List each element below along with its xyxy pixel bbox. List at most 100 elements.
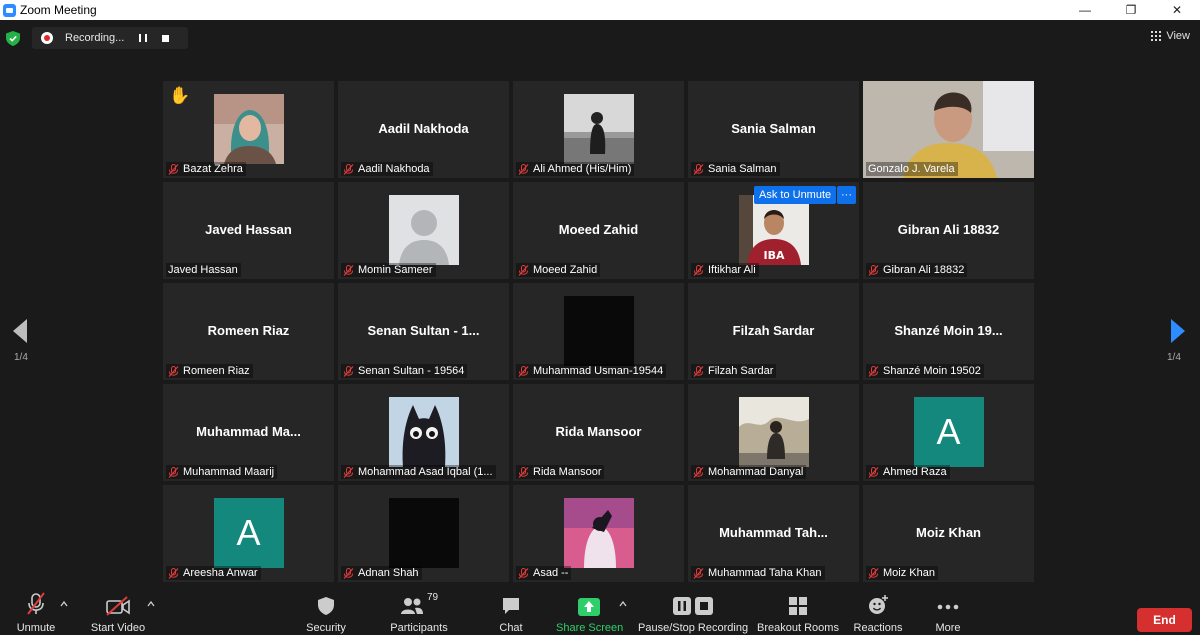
participant-tile[interactable]: Asad -- <box>513 485 684 582</box>
share-screen-button[interactable]: Share Screen <box>556 590 624 635</box>
video-options-caret-icon[interactable] <box>147 600 155 608</box>
participant-photo <box>388 397 459 467</box>
encryption-shield-icon[interactable] <box>6 31 20 46</box>
pause-stop-recording-button[interactable]: Pause/Stop Recording <box>638 590 748 635</box>
muted-mic-icon <box>693 365 704 377</box>
participant-tile[interactable]: Aadil Nakhoda Aadil Nakhoda <box>338 81 509 178</box>
participant-name-label: Moeed Zahid <box>516 263 601 277</box>
participant-tile[interactable]: Gibran Ali 18832 Gibran Ali 18832 <box>863 182 1034 279</box>
participant-name: Asad -- <box>533 567 569 579</box>
participant-tile[interactable]: A Ahmed Raza <box>863 384 1034 481</box>
chat-button[interactable]: Chat <box>490 590 532 635</box>
participant-name-label: Ahmed Raza <box>866 465 950 479</box>
next-page-arrow-icon[interactable] <box>1170 318 1186 344</box>
muted-mic-icon <box>168 567 179 579</box>
participant-photo <box>563 498 634 568</box>
participant-tile[interactable]: Ali Ahmed (His/Him) <box>513 81 684 178</box>
previous-page-arrow-icon[interactable] <box>12 318 28 344</box>
participant-name: Ali Ahmed (His/Him) <box>533 163 632 175</box>
participant-letter-avatar: A <box>913 397 984 467</box>
participants-button[interactable]: 79 Participants <box>388 590 450 635</box>
participant-name: Shanzé Moin 19502 <box>883 365 981 377</box>
participant-tile[interactable]: Javed Hassan Javed Hassan <box>163 182 334 279</box>
grid-view-icon <box>1151 31 1162 41</box>
participant-tile[interactable]: Shanzé Moin 19... Shanzé Moin 19502 <box>863 283 1034 380</box>
pause-stop-recording-icon <box>673 597 713 615</box>
minimize-button[interactable]: — <box>1062 0 1108 20</box>
ask-to-unmute-button[interactable]: Ask to Unmute <box>754 186 837 204</box>
participant-tile[interactable]: Moiz Khan Moiz Khan <box>863 485 1034 582</box>
audio-options-caret-icon[interactable] <box>60 600 68 608</box>
participant-name: Iftikhar Ali <box>708 264 756 276</box>
participant-tile[interactable]: A Areesha Anwar <box>163 485 334 582</box>
zoom-app-icon <box>3 3 16 17</box>
participant-name-label: Javed Hassan <box>166 263 241 277</box>
muted-mic-icon <box>518 567 529 579</box>
chat-bubble-icon <box>503 598 519 614</box>
participant-tile[interactable]: ✋ Bazat Zehra <box>163 81 334 178</box>
participant-display-name: Filzah Sardar <box>732 323 815 338</box>
share-options-caret-icon[interactable] <box>619 600 627 608</box>
participant-name: Senan Sultan - 19564 <box>358 365 465 377</box>
participant-tile[interactable]: Moeed Zahid Moeed Zahid <box>513 182 684 279</box>
muted-mic-icon <box>343 264 354 276</box>
participant-tile[interactable]: Senan Sultan - 1... Senan Sultan - 19564 <box>338 283 509 380</box>
participant-tile[interactable]: Rida Mansoor Rida Mansoor <box>513 384 684 481</box>
security-button[interactable]: Security <box>300 590 352 635</box>
start-video-button[interactable]: Start Video <box>86 590 150 635</box>
participant-name-label: Adnan Shah <box>341 566 422 580</box>
participant-display-name: Romeen Riaz <box>207 323 290 338</box>
participant-tile[interactable]: Gonzalo J. Varela <box>863 81 1034 178</box>
participant-tile[interactable]: Muhammad Ma... Muhammad Maarij <box>163 384 334 481</box>
participant-photo <box>738 397 809 467</box>
breakout-rooms-label: Breakout Rooms <box>757 622 839 634</box>
participant-tile[interactable]: Mohammad Danyal <box>688 384 859 481</box>
participant-tile[interactable]: Adnan Shah <box>338 485 509 582</box>
security-shield-icon <box>318 597 334 615</box>
recording-indicator: Recording... <box>32 27 188 49</box>
meeting-topbar: Recording... View <box>0 20 1200 56</box>
participant-tile[interactable]: Filzah Sardar Filzah Sardar <box>688 283 859 380</box>
muted-mic-icon <box>518 264 529 276</box>
share-screen-label: Share Screen <box>556 622 624 634</box>
participant-display-name: Muhammad Tah... <box>719 525 828 540</box>
unmute-button[interactable]: Unmute <box>12 590 60 635</box>
breakout-rooms-button[interactable]: Breakout Rooms <box>756 590 840 635</box>
participant-tile[interactable]: Romeen Riaz Romeen Riaz <box>163 283 334 380</box>
more-dots-icon <box>937 604 959 610</box>
participants-icon <box>400 598 423 614</box>
participant-name: Sania Salman <box>708 163 777 175</box>
record-icon <box>41 32 53 44</box>
participant-tile[interactable]: Muhammad Usman-19544 <box>513 283 684 380</box>
participant-tile[interactable]: Momin Sameer <box>338 182 509 279</box>
view-label: View <box>1166 30 1190 42</box>
breakout-rooms-icon <box>789 597 807 615</box>
view-button[interactable]: View <box>1151 30 1190 42</box>
participant-tile[interactable]: Muhammad Tah... Muhammad Taha Khan <box>688 485 859 582</box>
participant-name-label: Gibran Ali 18832 <box>866 263 968 277</box>
muted-mic-icon <box>343 466 354 478</box>
participants-label: Participants <box>390 622 448 634</box>
muted-mic-icon <box>518 163 529 175</box>
maximize-button[interactable]: ❐ <box>1108 0 1154 20</box>
participant-more-button[interactable]: ··· <box>837 186 856 204</box>
recording-status: Recording... <box>65 32 125 44</box>
participant-display-name: Muhammad Ma... <box>196 424 301 439</box>
pause-recording-button[interactable] <box>135 30 151 46</box>
participant-tile[interactable]: Sania Salman Sania Salman <box>688 81 859 178</box>
participant-photo <box>213 94 284 164</box>
participant-tile[interactable]: Mohammad Asad Iqbal (1... <box>338 384 509 481</box>
more-label: More <box>935 622 961 634</box>
meeting-toolbar: Unmute Start Video Security 79 Participa… <box>0 590 1200 635</box>
reactions-button[interactable]: Reactions <box>850 590 906 635</box>
stop-recording-button[interactable] <box>157 30 173 46</box>
end-meeting-button[interactable]: End <box>1137 608 1192 632</box>
participant-name-label: Sania Salman <box>691 162 780 176</box>
participant-name: Areesha Anwar <box>183 567 258 579</box>
more-button[interactable]: More <box>928 590 968 635</box>
participant-display-name: Sania Salman <box>731 121 816 136</box>
participant-name: Ahmed Raza <box>883 466 947 478</box>
participant-name-label: Muhammad Usman-19544 <box>516 364 667 378</box>
participant-name-label: Asad -- <box>516 566 572 580</box>
close-window-button[interactable]: ✕ <box>1154 0 1200 20</box>
